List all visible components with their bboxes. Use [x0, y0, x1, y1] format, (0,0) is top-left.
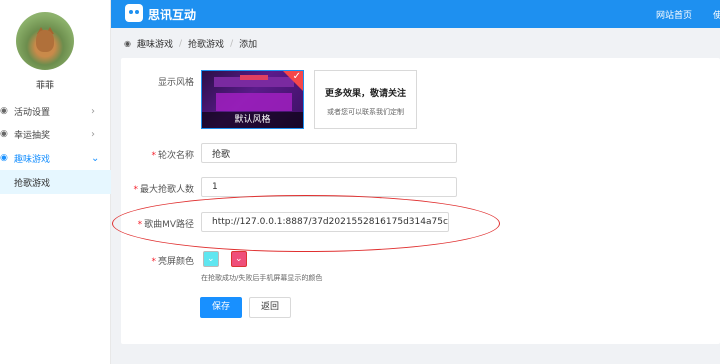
- app-root: 菲菲 ◉ 活动设置 › ◉ 幸运抽奖 › ◉ 趣味游戏 ⌄ 抢歌游戏 思讯互动 …: [0, 0, 720, 364]
- chevron-right-icon: ›: [91, 105, 95, 117]
- max-people-label: * 最大抢歌人数: [133, 185, 194, 195]
- logo-icon: [125, 4, 143, 22]
- style-option-caption: 默认风格: [202, 112, 303, 128]
- style-option-default[interactable]: 默认风格 ✓: [201, 70, 304, 129]
- annotation-highlight-ellipse: [112, 195, 500, 252]
- style-label: 显示风格: [157, 78, 194, 88]
- color-picker-pink[interactable]: ⌄: [231, 251, 247, 267]
- highlight-color-label: * 亮屏颜色: [151, 257, 194, 267]
- sidebar-item-activity-settings[interactable]: ◉ 活动设置 ›: [0, 99, 111, 123]
- check-icon: ✓: [292, 71, 301, 82]
- more-styles-subtitle: 或者您可以联系我们定制: [327, 108, 404, 116]
- breadcrumb-item[interactable]: 趣味游戏: [137, 37, 173, 50]
- game-icon: ◉: [0, 153, 8, 163]
- save-button[interactable]: 保存: [200, 297, 242, 318]
- sidebar-item-label: 活动设置: [14, 107, 51, 118]
- breadcrumb: ◉ 趣味游戏 / 抢歌游戏 / 添加: [124, 37, 258, 51]
- chevron-down-icon: ⌄: [207, 254, 215, 264]
- sidebar-item-lucky-draw[interactable]: ◉ 幸运抽奖 ›: [0, 122, 111, 146]
- more-styles-box: 更多效果，敬请关注 或者您可以联系我们定制: [314, 70, 417, 129]
- more-styles-title: 更多效果，敬请关注: [324, 89, 406, 99]
- nav-home-link[interactable]: 网站首页: [656, 8, 692, 21]
- chevron-right-icon: ›: [91, 128, 95, 140]
- color-picker-cyan[interactable]: ⌄: [203, 251, 219, 267]
- sidebar-item-label: 趣味游戏: [14, 154, 51, 165]
- brand-title: 思讯互动: [148, 8, 197, 22]
- gift-icon: ◉: [0, 129, 8, 139]
- sidebar-item-fun-games[interactable]: ◉ 趣味游戏 ⌄: [0, 146, 111, 170]
- chevron-down-icon: ⌄: [91, 152, 100, 164]
- sidebar: 菲菲 ◉ 活动设置 › ◉ 幸运抽奖 › ◉ 趣味游戏 ⌄ 抢歌游戏: [0, 0, 111, 364]
- max-people-input[interactable]: [201, 177, 457, 197]
- highlight-color-hint: 在抢歌成功/失败后手机屏幕显示的颜色: [201, 274, 323, 282]
- chevron-down-icon: ⌄: [235, 254, 243, 264]
- game-icon: ◉: [124, 39, 131, 48]
- breadcrumb-separator: /: [179, 38, 183, 49]
- avatar[interactable]: [16, 12, 74, 70]
- breadcrumb-item-current: 添加: [239, 40, 258, 50]
- settings-icon: ◉: [0, 106, 8, 116]
- round-name-input[interactable]: [201, 143, 457, 163]
- top-header: 思讯互动 网站首页 使: [111, 0, 720, 28]
- breadcrumb-item[interactable]: 抢歌游戏: [188, 37, 224, 50]
- back-button[interactable]: 返回: [249, 297, 291, 318]
- sidebar-subitem-song-game[interactable]: 抢歌游戏: [0, 170, 111, 194]
- username: 菲菲: [35, 81, 54, 91]
- round-name-label: * 轮次名称: [151, 151, 194, 161]
- breadcrumb-separator: /: [230, 38, 234, 49]
- sidebar-item-label: 幸运抽奖: [14, 130, 51, 141]
- nav-more-link[interactable]: 使: [713, 8, 720, 21]
